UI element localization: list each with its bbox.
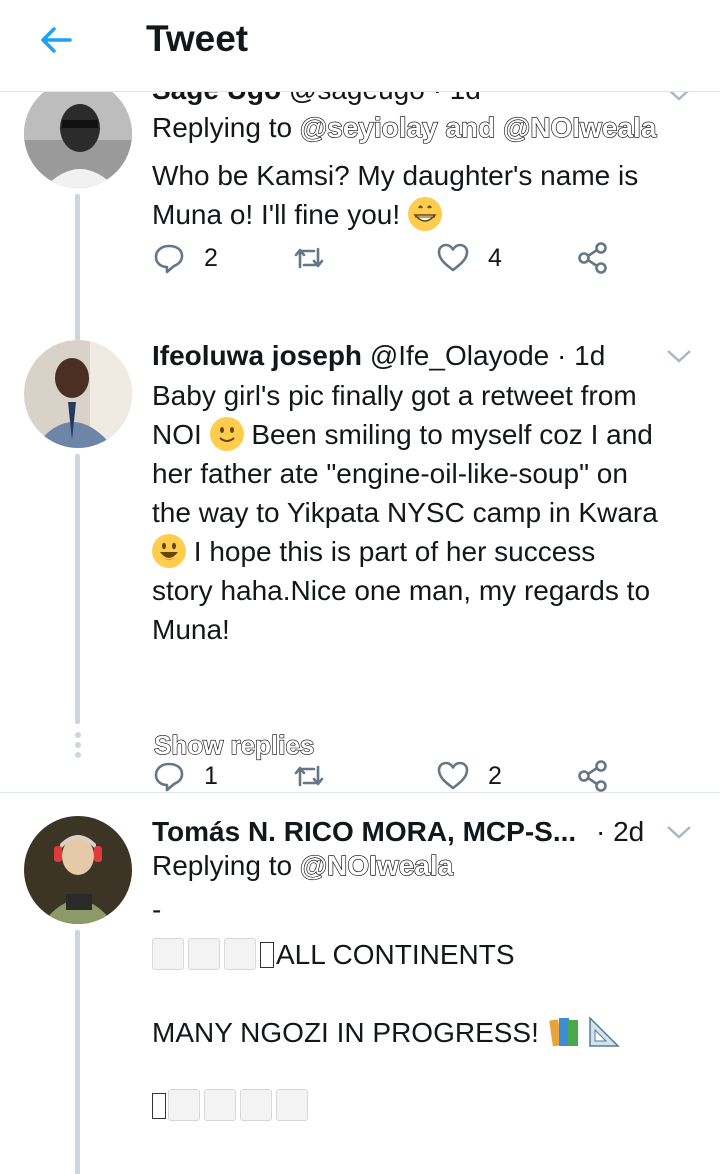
missing-glyph-box xyxy=(168,1089,200,1121)
display-name[interactable]: Tomás N. RICO MORA, MCP-S... xyxy=(152,816,576,847)
triangular-ruler-icon xyxy=(589,1016,621,1047)
reply-icon[interactable] xyxy=(152,759,186,793)
timestamp: · 2d xyxy=(596,816,645,847)
timestamp: · 1d xyxy=(557,340,606,371)
reply-count: 2 xyxy=(204,243,218,272)
replacement-glyph-box xyxy=(152,1093,166,1119)
chevron-down-icon[interactable] xyxy=(666,92,692,102)
reply-icon[interactable] xyxy=(152,241,186,275)
replying-to: Replying to @NOIweala xyxy=(152,849,454,882)
tweet-text-line: MANY NGOZI IN PROGRESS! xyxy=(152,1013,692,1052)
handle[interactable]: @Ife_Olayode xyxy=(370,340,549,371)
tweet-text: Who be Kamsi? My daughter's name is Muna… xyxy=(152,156,692,234)
back-arrow-icon[interactable] xyxy=(36,20,76,60)
tweet-text-line: the way to Yikpata NYSC camp in Kwara xyxy=(152,497,658,528)
show-replies-link[interactable]: Show replies xyxy=(153,729,315,761)
tweet-text-span: Been smiling to myself coz I and xyxy=(251,419,653,450)
handle[interactable]: @sageugo xyxy=(289,92,425,105)
chevron-down-icon[interactable] xyxy=(666,348,692,364)
missing-glyph-box xyxy=(276,1089,308,1121)
missing-glyph-box xyxy=(224,938,256,970)
reply-feed[interactable]: Sage Ugo @sageugo · 1d Replying to @seyi… xyxy=(0,92,720,1174)
display-name[interactable]: Ifeoluwa joseph xyxy=(152,340,362,371)
tweet-tomas-rico-mora[interactable]: Tomás N. RICO MORA, MCP-S... · 2d Replyi… xyxy=(0,814,720,1174)
share-icon[interactable] xyxy=(576,759,610,793)
missing-glyph-box xyxy=(188,938,220,970)
reply-action[interactable]: 1 xyxy=(152,756,218,796)
share-action[interactable] xyxy=(576,756,610,796)
reply-action[interactable]: 2 xyxy=(152,238,218,278)
missing-glyph-box xyxy=(152,938,184,970)
like-action[interactable]: 2 xyxy=(436,756,502,796)
thread-line xyxy=(75,194,80,344)
tweet-text-span: I hope this is part of her success xyxy=(193,536,596,567)
tweet-time: · 2d xyxy=(596,816,644,848)
retweet-action[interactable] xyxy=(292,238,326,278)
retweet-icon[interactable] xyxy=(292,241,326,275)
tweet-text-span: NOI xyxy=(152,419,202,450)
tweet-text-span: Muna o! I'll fine you! xyxy=(152,199,401,230)
smiley-emoji-icon xyxy=(152,534,186,568)
tweet-text-line xyxy=(152,1086,692,1125)
tweet-text-line: NOI Been smiling to myself coz I and xyxy=(152,415,692,454)
tweet-text-line: I hope this is part of her success xyxy=(152,532,692,571)
tweet-text-line: Muna o! I'll fine you! xyxy=(152,195,692,234)
tweet-text-line: Who be Kamsi? My daughter's name is xyxy=(152,160,639,191)
tweet-text-line: Baby girl's pic finally got a retweet fr… xyxy=(152,380,637,411)
like-action[interactable]: 4 xyxy=(436,238,502,278)
avatar[interactable] xyxy=(24,816,132,924)
timestamp: · 1d xyxy=(433,92,481,105)
tweet-meta: Sage Ugo @sageugo · 1d xyxy=(152,92,481,106)
tweet-text: Baby girl's pic finally got a retweet fr… xyxy=(152,376,692,649)
thread-line xyxy=(75,930,80,1174)
display-name[interactable]: Sage Ugo xyxy=(152,92,281,105)
tweet-meta: Tomás N. RICO MORA, MCP-S... xyxy=(152,816,576,848)
grinning-emoji-icon xyxy=(407,197,442,231)
tweet-text: - ALL CONTINENTS MANY NGOZI IN PROGRESS! xyxy=(152,890,692,1125)
retweet-icon[interactable] xyxy=(292,759,326,793)
retweet-action[interactable] xyxy=(292,756,326,796)
tweet-text-line: story haha.Nice one man, my regards to xyxy=(152,575,651,606)
tweet-sage-ugo[interactable]: Sage Ugo @sageugo · 1d Replying to @seyi… xyxy=(0,92,720,344)
page-title: Tweet xyxy=(146,18,249,59)
thread-line xyxy=(75,454,80,724)
replying-to-label: Replying to xyxy=(152,850,293,881)
tweet-text-line: - xyxy=(152,894,162,925)
tweet-meta: Ifeoluwa joseph @Ife_Olayode · 1d xyxy=(152,340,605,372)
like-count: 2 xyxy=(488,761,502,790)
tweet-actions: 2 4 xyxy=(152,238,632,278)
tweet-text-span: ALL CONTINENTS xyxy=(276,939,515,970)
replying-to-label: Replying to xyxy=(152,112,293,143)
heart-icon[interactable] xyxy=(436,759,470,793)
reply-count: 1 xyxy=(204,761,218,790)
tweet-text-line: Muna! xyxy=(152,614,230,645)
tweet-text-line: her father ate "engine-oil-like-soup" on xyxy=(152,458,628,489)
tweet-actions: 1 2 xyxy=(152,756,632,796)
chevron-down-icon[interactable] xyxy=(666,824,692,840)
slight-smile-emoji-icon xyxy=(209,417,244,451)
mention-link[interactable]: @NOIweala xyxy=(299,849,454,881)
books-emoji-icon xyxy=(548,1018,578,1047)
tweet-text-line: ALL CONTINENTS xyxy=(152,935,692,979)
share-action[interactable] xyxy=(576,238,610,278)
top-app-bar: Tweet xyxy=(0,0,720,92)
avatar[interactable] xyxy=(24,92,132,188)
replacement-glyph-box xyxy=(260,942,274,968)
mention-link[interactable]: @seyiolay and @NOIweala xyxy=(299,111,657,143)
share-icon[interactable] xyxy=(576,241,610,275)
avatar[interactable] xyxy=(24,340,132,448)
replying-to: Replying to @seyiolay and @NOIweala xyxy=(152,111,657,144)
missing-glyph-box xyxy=(204,1089,236,1121)
like-count: 4 xyxy=(488,243,502,272)
heart-icon[interactable] xyxy=(436,241,470,275)
tweet-text-span: MANY NGOZI IN PROGRESS! xyxy=(152,1017,539,1048)
missing-glyph-box xyxy=(240,1089,272,1121)
conversation-separator xyxy=(0,792,720,804)
tweet-ifeoluwa-joseph[interactable]: Ifeoluwa joseph @Ife_Olayode · 1d Baby g… xyxy=(0,338,720,792)
more-replies-dots xyxy=(74,732,82,762)
